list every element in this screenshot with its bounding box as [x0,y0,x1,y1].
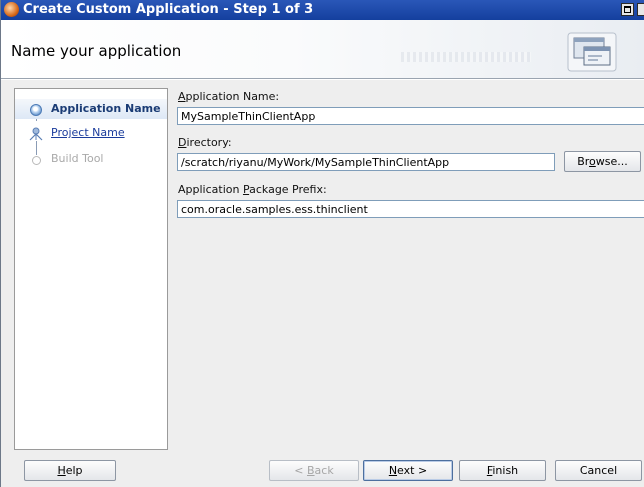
app-logo-icon [4,2,19,17]
step-build-tool: Build Tool [15,149,167,169]
back-button[interactable]: < Back [269,460,359,481]
wizard-header: Name your application [1,20,644,78]
next-button[interactable]: Next > [363,460,453,481]
step-label[interactable]: Project Name [51,126,125,139]
step-application-name[interactable]: Application Name [15,99,167,119]
directory-input[interactable] [177,153,555,171]
window-title: Create Custom Application - Step 1 of 3 [23,2,314,17]
pending-step-icon [32,156,41,165]
package-prefix-label: Application Package Prefix: [178,183,327,196]
wizard-window: Create Custom Application - Step 1 of 3 … [0,0,644,487]
package-prefix-input[interactable] [177,200,644,218]
cancel-button[interactable]: Cancel [555,460,642,481]
step-navigator: Application Name Project Name Build Tool [14,88,168,450]
project-step-icon [29,127,43,141]
directory-label: Directory: [178,136,232,149]
step-project-name[interactable]: Project Name [15,123,167,143]
step-label: Build Tool [51,152,104,165]
current-step-icon [30,104,42,116]
finish-button[interactable]: Finish [459,460,546,481]
app-name-label: Application Name: [178,90,280,103]
header-decoration [401,52,531,62]
header-divider-highlight [1,79,644,80]
help-button[interactable]: Help [24,460,116,481]
browse-button[interactable]: Browse... [564,151,641,172]
close-icon[interactable] [637,3,644,16]
app-name-input[interactable] [177,107,644,125]
application-window-icon [567,32,617,72]
maximize-icon[interactable] [621,3,634,16]
step-label: Application Name [51,102,161,115]
header-title: Name your application [11,42,182,60]
title-bar[interactable]: Create Custom Application - Step 1 of 3 [1,0,644,20]
